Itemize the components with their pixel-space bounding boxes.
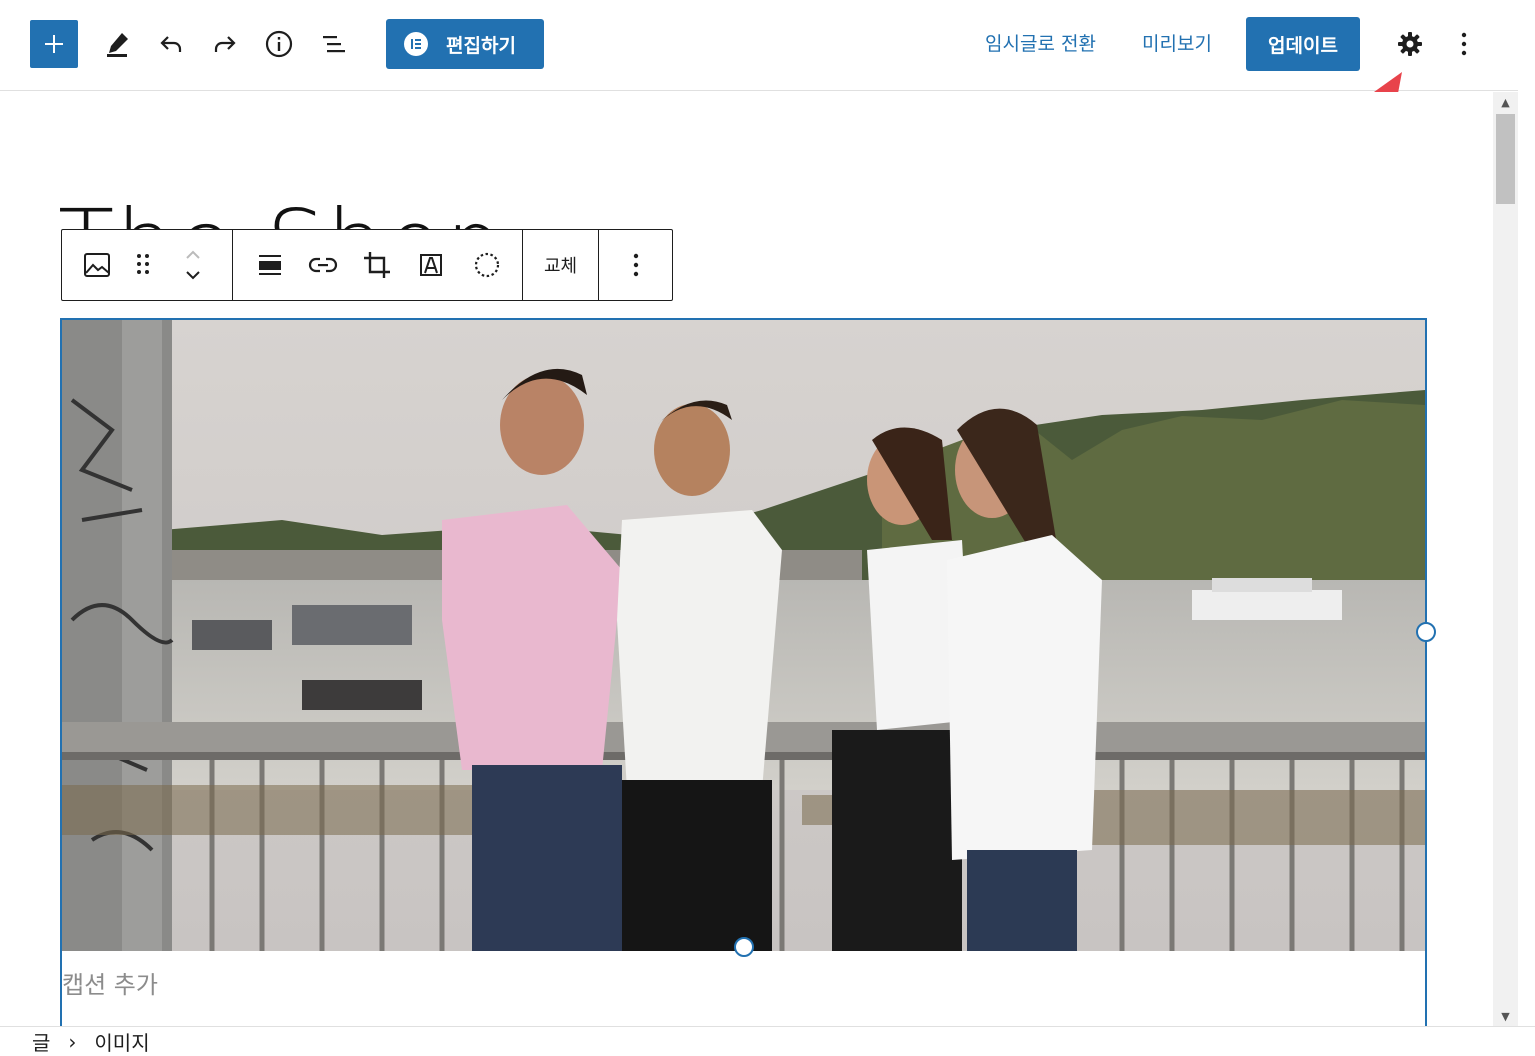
settings-button[interactable] [1388, 22, 1432, 66]
details-button[interactable] [257, 22, 301, 66]
link-icon [308, 257, 338, 273]
circle-mask-icon [474, 252, 500, 278]
switch-to-draft-button[interactable]: 임시글로 전환 [985, 28, 1096, 60]
text-overlay-icon [420, 254, 442, 276]
block-breadcrumb: 글 › 이미지 [0, 1026, 1535, 1056]
elementor-icon [404, 32, 428, 56]
replace-button[interactable]: 교체 [523, 230, 599, 300]
kebab-icon [1461, 32, 1467, 56]
breadcrumb-separator: › [68, 1029, 77, 1054]
image-icon [84, 253, 110, 277]
block-toolbar: 교체 [61, 229, 673, 301]
chevron-down-icon[interactable] [183, 268, 203, 284]
add-block-button[interactable] [30, 20, 78, 68]
tools-button[interactable] [95, 22, 139, 66]
scroll-up-icon[interactable]: ▲ [1493, 92, 1518, 112]
block-toolbar-group-tools [233, 230, 523, 300]
block-type-button[interactable] [62, 230, 132, 300]
update-button[interactable]: 업데이트 [1246, 17, 1360, 71]
drag-handle-icon [137, 254, 149, 274]
plus-icon [45, 35, 63, 53]
preview-button[interactable]: 미리보기 [1142, 28, 1212, 60]
link-button[interactable] [295, 230, 351, 300]
options-button[interactable] [1442, 22, 1486, 66]
move-up-down-buttons[interactable] [154, 230, 232, 300]
kebab-icon [633, 253, 638, 277]
replace-label: 교체 [543, 256, 578, 277]
undo-button[interactable] [149, 22, 193, 66]
align-icon [259, 255, 281, 275]
editor-header: 편집하기 임시글로 전환 미리보기 업데이트 [0, 0, 1518, 161]
list-view-button[interactable] [311, 22, 355, 66]
redo-icon [214, 36, 236, 52]
caption-input[interactable]: 캡션 추가 [62, 965, 158, 1000]
breadcrumb-item-post[interactable]: 글 [32, 1027, 50, 1056]
image[interactable] [62, 320, 1425, 951]
breadcrumb-item-image[interactable]: 이미지 [94, 1027, 149, 1056]
drag-handle[interactable] [132, 230, 154, 300]
scrollbar-thumb[interactable] [1496, 114, 1515, 204]
list-view-icon [323, 36, 345, 53]
pencil-icon [107, 33, 128, 57]
block-options-button[interactable] [599, 230, 672, 300]
apply-duotone-button[interactable] [459, 230, 515, 300]
elementor-label: 편집하기 [446, 34, 516, 57]
resize-handle-bottom[interactable] [734, 937, 754, 957]
editor-canvas: The Shop [0, 92, 1493, 1026]
image-block[interactable]: 캡션 추가 [60, 318, 1436, 1026]
gear-icon [1398, 32, 1422, 56]
crop-button[interactable] [351, 230, 403, 300]
redo-button[interactable] [203, 22, 247, 66]
undo-icon [160, 36, 182, 52]
update-label: 업데이트 [1268, 34, 1338, 57]
chevron-up-icon[interactable] [183, 246, 203, 262]
crop-icon [364, 252, 390, 278]
scroll-down-icon[interactable]: ▼ [1493, 1006, 1518, 1026]
edit-with-elementor-button[interactable]: 편집하기 [386, 19, 544, 69]
text-overlay-button[interactable] [403, 230, 459, 300]
info-icon [265, 30, 293, 58]
resize-handle-right[interactable] [1416, 622, 1436, 642]
block-toolbar-group-block [62, 230, 233, 300]
editor-scrollbar[interactable]: ▲ ▼ [1493, 92, 1518, 1026]
align-button[interactable] [245, 230, 295, 300]
